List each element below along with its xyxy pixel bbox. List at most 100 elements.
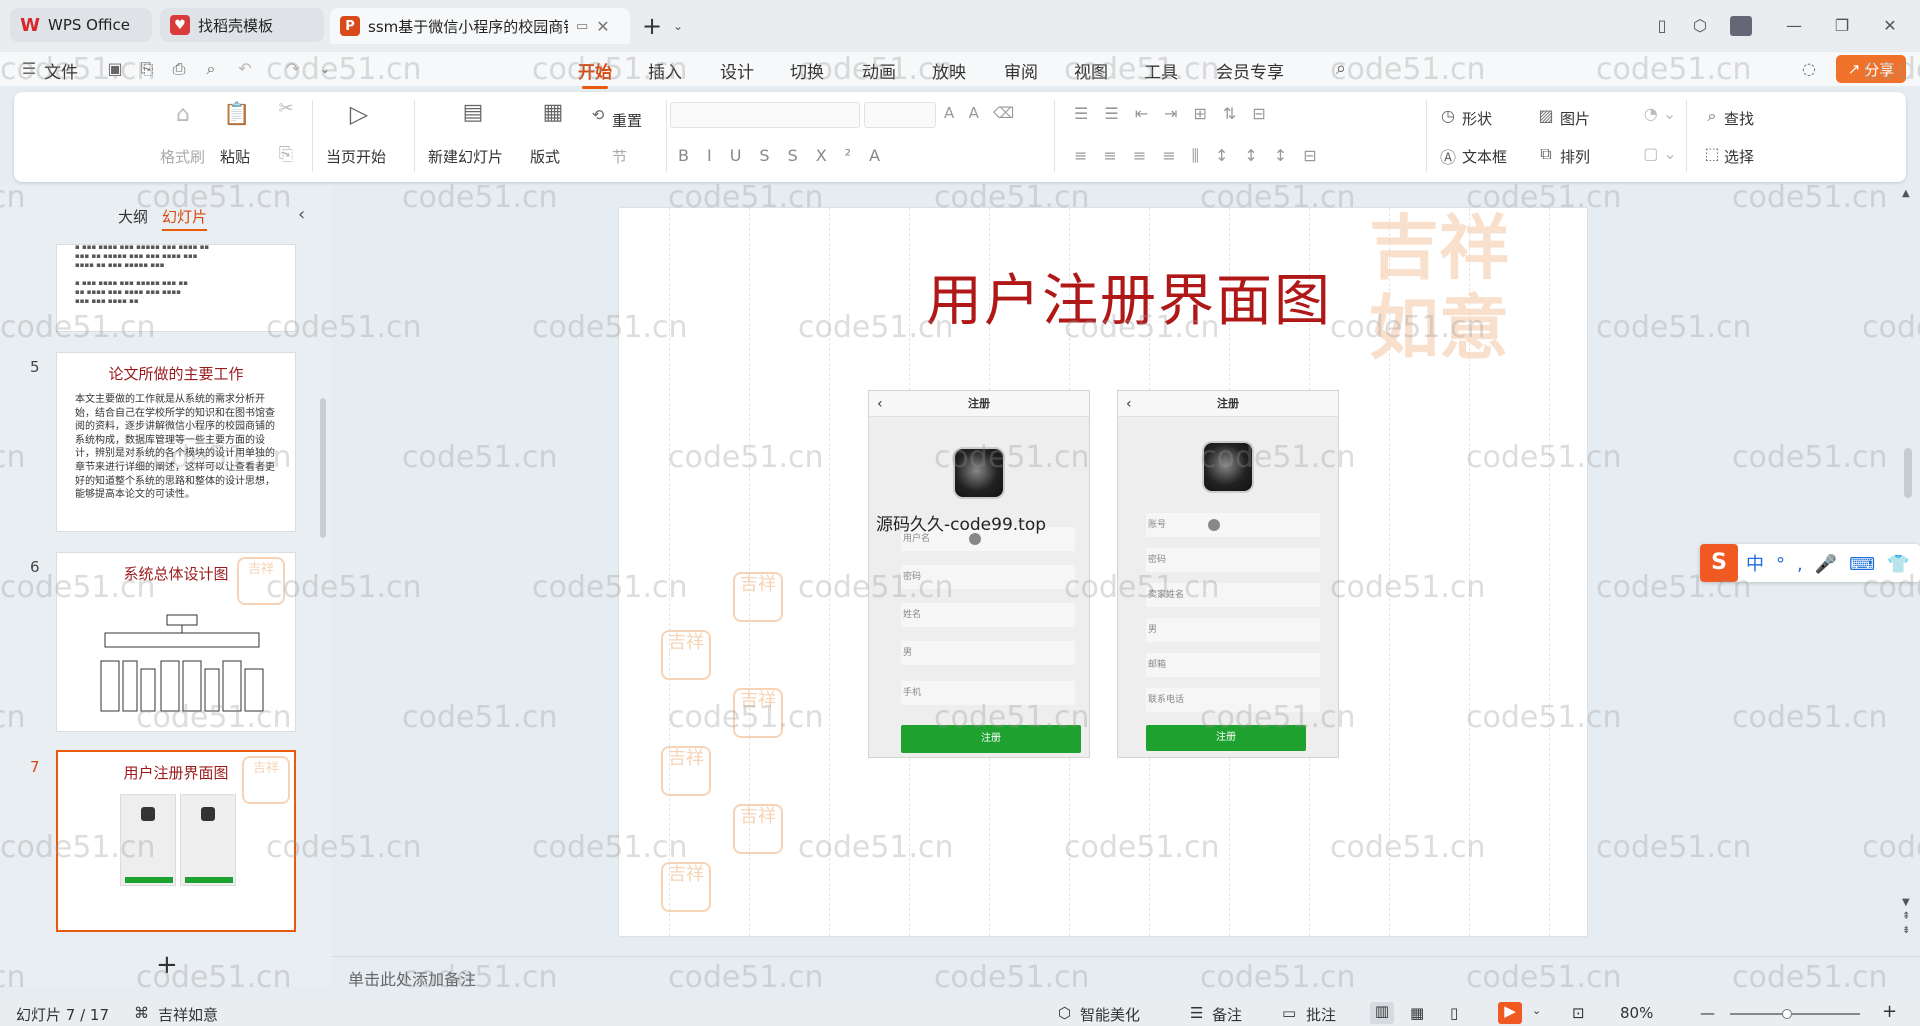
menu-transition[interactable]: 切换	[790, 58, 824, 83]
print-icon[interactable]: ⎙	[168, 58, 190, 80]
new-tab-icon[interactable]: +	[640, 14, 664, 38]
comments-button[interactable]: 批注	[1306, 1004, 1336, 1025]
format-painter-button[interactable]: 格式刷	[160, 146, 205, 167]
undo-icon[interactable]: ↶	[234, 58, 256, 80]
normal-view-icon[interactable]: ▥	[1370, 1002, 1394, 1024]
menu-member[interactable]: 会员专享	[1216, 58, 1284, 83]
phone-screenshot-user-register[interactable]: ‹ 注册 用户名 密码 姓名 男 手机 注册	[868, 390, 1090, 758]
play-from-current-button[interactable]: 当页开始	[326, 146, 386, 167]
scroll-nav-icons[interactable]: ▼ ⇞ ⇟	[1902, 896, 1910, 938]
layout-button[interactable]: 版式	[530, 146, 560, 167]
notes-area[interactable]: 单击此处添加备注	[332, 956, 1920, 990]
paste-button[interactable]: 粘贴	[220, 146, 250, 167]
add-slide-button[interactable]: +	[156, 950, 178, 980]
export-icon[interactable]: ⎘	[136, 58, 158, 80]
menu-review[interactable]: 审阅	[1004, 58, 1038, 83]
zoom-in-icon[interactable]: +	[1882, 1001, 1897, 1022]
avatar[interactable]	[1730, 16, 1752, 36]
font-size-tools-icon[interactable]: AA⌫	[944, 104, 1054, 122]
collapse-panel-icon[interactable]: ‹	[298, 204, 305, 225]
menu-design[interactable]: 设计	[720, 58, 754, 83]
new-slide-button[interactable]: 新建幻灯片	[428, 146, 503, 167]
restore-icon[interactable]: ❐	[1830, 14, 1854, 38]
zoom-slider[interactable]	[1730, 1009, 1860, 1019]
hamburger-icon[interactable]: ☰	[18, 58, 40, 80]
picture-icon: ▨	[1538, 106, 1554, 125]
chevron-down-icon[interactable]: ⌄	[666, 14, 690, 38]
picture-button[interactable]: 图片	[1560, 108, 1590, 129]
alignment-icons[interactable]: ≡≡≡≡⫼↕↕↕⊟	[1074, 146, 1414, 166]
zoom-out-icon[interactable]: —	[1700, 1004, 1715, 1022]
zoom-level[interactable]: 80%	[1620, 1004, 1653, 1022]
find-button[interactable]: 查找	[1724, 108, 1754, 129]
beautify-icon: ⬡	[1058, 1004, 1072, 1022]
field-phone: 手机	[901, 681, 1075, 705]
menu-home[interactable]: 开始	[578, 58, 612, 89]
share-button[interactable]: ↗ 分享	[1836, 55, 1906, 83]
chevron-down-icon[interactable]: ⌄	[1532, 1004, 1541, 1017]
tab-template[interactable]: ♥ 找稻壳模板	[160, 8, 324, 42]
menu-insert[interactable]: 插入	[648, 58, 682, 83]
panel-layout-icon[interactable]: ▯	[1650, 14, 1674, 38]
canvas-scrollbar[interactable]	[1904, 448, 1912, 498]
scroll-up-icon[interactable]: ▲	[1902, 188, 1910, 199]
slide-thumbnail-4[interactable]: ▪ ▪▪▪ ▪▪▪▪ ▪▪▪ ▪▪▪▪▪ ▪▪▪ ▪▪▪▪ ▪▪ ▪▪▪ ▪▪ ▪…	[56, 244, 296, 332]
font-name-select[interactable]	[670, 102, 860, 128]
divider	[1054, 100, 1055, 172]
more-icon[interactable]: ⌄	[314, 58, 336, 80]
close-tab-icon[interactable]: ✕	[596, 17, 609, 36]
new-slide-icon: ▤	[462, 100, 484, 125]
decor-seal: 吉祥	[661, 862, 711, 912]
slide-thumbnail-7[interactable]: 用户注册界面图 吉祥	[56, 750, 296, 932]
select-button[interactable]: 选择	[1724, 146, 1754, 167]
comment-icon[interactable]: ◌	[1798, 58, 1820, 80]
close-window-icon[interactable]: ✕	[1878, 14, 1902, 38]
avatar	[953, 447, 1005, 499]
tab-wps-office[interactable]: W WPS Office	[10, 8, 152, 42]
save-icon[interactable]: ▣	[104, 58, 126, 80]
phone-screenshot-seller-register[interactable]: ‹ 注册 账号 密码 卖家姓名 男 邮箱 联系电话 注册	[1117, 390, 1339, 758]
textbox-button[interactable]: 文本框	[1462, 146, 1507, 167]
menu-slideshow[interactable]: 放映	[932, 58, 966, 83]
text-format-icons[interactable]: BIUSSX²A	[678, 146, 1018, 165]
ime-tool-icons[interactable]: 中°,🎤⌨👕▦	[1746, 550, 1920, 576]
outline-icon[interactable]: ▢ ⌄	[1630, 144, 1690, 163]
menu-tools[interactable]: 工具	[1144, 58, 1178, 83]
cut-icon[interactable]: ✂	[276, 98, 296, 119]
fit-window-icon[interactable]: ⊡	[1572, 1004, 1585, 1022]
fill-color-icon[interactable]: ◔ ⌄	[1630, 104, 1690, 123]
play-slideshow-icon[interactable]: ▶	[1498, 1002, 1522, 1024]
ime-toolbar[interactable]: S 中°,🎤⌨👕▦	[1700, 544, 1920, 582]
search-icon[interactable]: ⌕	[1330, 58, 1352, 80]
minimize-icon[interactable]: —	[1782, 14, 1806, 38]
sorter-view-icon[interactable]: ▦	[1410, 1004, 1424, 1022]
theme-name[interactable]: 吉祥如意	[158, 1004, 218, 1025]
slide-canvas[interactable]: 吉祥 如意 吉祥 吉祥 吉祥 吉祥 吉祥 吉祥 用户注册界面图 ‹ 注册 用户名 …	[619, 208, 1587, 936]
slide-title[interactable]: 用户注册界面图	[899, 256, 1359, 337]
notes-button[interactable]: 备注	[1212, 1004, 1242, 1025]
sogou-icon[interactable]: S	[1700, 544, 1738, 582]
zoom-slider-handle[interactable]	[1782, 1009, 1792, 1019]
paragraph-list-icons[interactable]: ☰☰⇤⇥⊞⇅⊟	[1074, 104, 1414, 123]
redo-icon[interactable]: ↷	[282, 58, 304, 80]
tab-document[interactable]: P ssm基于微信小程序的校园商铺 ▭ ✕	[330, 8, 630, 44]
font-size-select[interactable]	[864, 102, 936, 128]
smart-beautify-button[interactable]: 智能美化	[1080, 1004, 1140, 1025]
menu-animation[interactable]: 动画	[862, 58, 896, 83]
tab-outline[interactable]: 大纲	[118, 206, 148, 227]
shape-button[interactable]: 形状	[1462, 108, 1492, 129]
monitor-icon[interactable]: ▭	[576, 19, 588, 34]
copy-icon[interactable]: ⎘	[276, 144, 296, 165]
reading-view-icon[interactable]: ▯	[1450, 1004, 1458, 1022]
panel-scrollbar[interactable]	[320, 398, 326, 538]
print-preview-icon[interactable]: ⌕	[200, 58, 222, 80]
reset-button[interactable]: 重置	[612, 110, 642, 131]
cube-icon[interactable]: ⬡	[1688, 14, 1712, 38]
section-button[interactable]: 节	[612, 146, 627, 167]
menu-view[interactable]: 视图	[1074, 58, 1108, 83]
tab-slides[interactable]: 幻灯片	[162, 206, 208, 231]
slide-thumbnail-5[interactable]: 论文所做的主要工作 本文主要做的工作就是从系统的需求分析开始，结合自己在学校所学…	[56, 352, 296, 532]
file-menu[interactable]: 文件	[44, 58, 78, 83]
arrange-button[interactable]: 排列	[1560, 146, 1590, 167]
slide-thumbnail-6[interactable]: 系统总体设计图 吉祥	[56, 552, 296, 732]
